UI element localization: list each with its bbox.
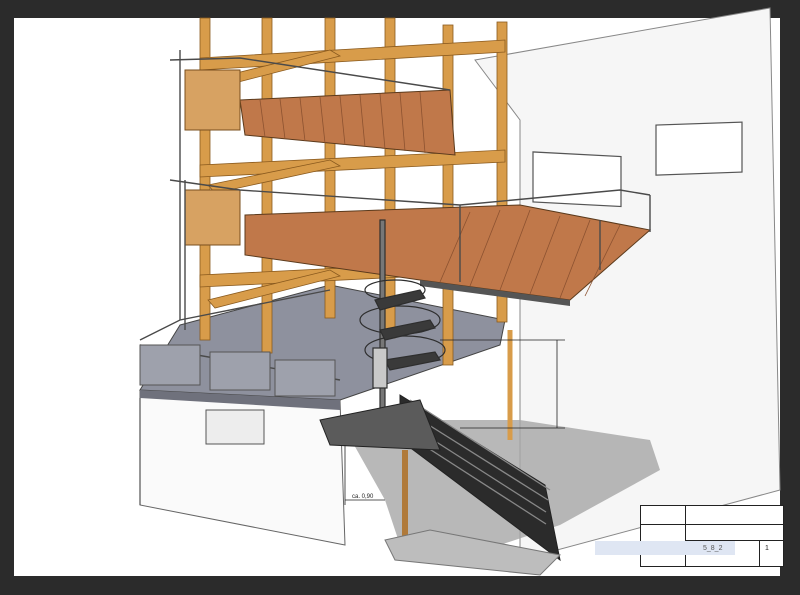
dimension-label: ca. 0,90 xyxy=(352,494,374,500)
base-window xyxy=(205,409,265,445)
middle-cladding xyxy=(184,189,241,246)
title-block-sheet-number: 1 xyxy=(765,545,769,552)
viewer-canvas[interactable]: ca. 0,90 5_8_2 1 xyxy=(0,0,800,595)
title-block: 5_8_2 1 xyxy=(595,505,784,567)
window-1 xyxy=(532,151,622,208)
window-2 xyxy=(655,121,743,176)
upper-cladding xyxy=(184,69,241,131)
title-block-drawing-number: 5_8_2 xyxy=(703,545,723,552)
